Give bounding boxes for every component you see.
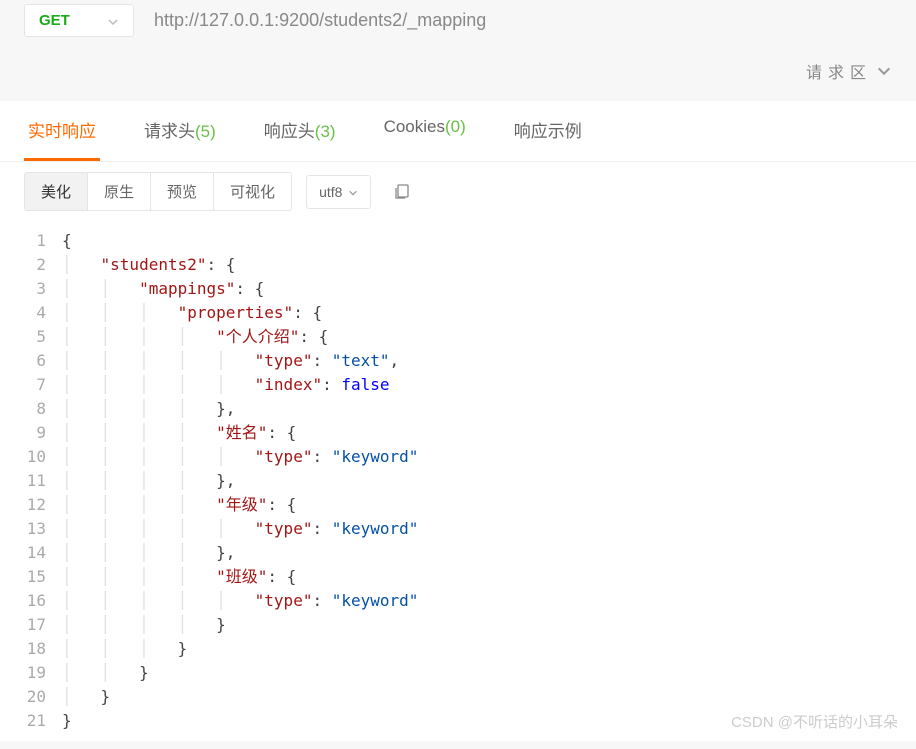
chevron-down-icon — [348, 184, 358, 200]
beautify-button[interactable]: 美化 — [25, 173, 88, 210]
visualize-button[interactable]: 可视化 — [214, 173, 291, 210]
code-line: 19│ │ } — [8, 661, 916, 685]
code-line: 4│ │ │ "properties": { — [8, 301, 916, 325]
response-toolbar: 美化 原生 预览 可视化 utf8 — [0, 162, 916, 221]
request-bar: GET — [0, 0, 916, 41]
request-zone-toggle[interactable]: 请求区 — [0, 41, 916, 101]
http-method-label: GET — [39, 12, 70, 29]
code-line: 6│ │ │ │ │ "type": "text", — [8, 349, 916, 373]
preview-button[interactable]: 预览 — [151, 173, 214, 210]
code-line: 17│ │ │ │ } — [8, 613, 916, 637]
raw-button[interactable]: 原生 — [88, 173, 151, 210]
encoding-select[interactable]: utf8 — [306, 175, 371, 209]
code-line: 18│ │ │ } — [8, 637, 916, 661]
http-method-select[interactable]: GET — [24, 4, 134, 37]
request-zone-label: 请求区 — [806, 59, 872, 83]
code-line: 21} — [8, 709, 916, 733]
view-mode-group: 美化 原生 预览 可视化 — [24, 172, 292, 211]
copy-icon — [393, 181, 411, 201]
code-line: 20│ } — [8, 685, 916, 709]
copy-button[interactable] — [385, 175, 419, 208]
code-line: 3│ │ "mappings": { — [8, 277, 916, 301]
code-line: 9│ │ │ │ "姓名": { — [8, 421, 916, 445]
code-line: 2│ "students2": { — [8, 253, 916, 277]
code-line: 5│ │ │ │ "个人介绍": { — [8, 325, 916, 349]
chevron-down-icon — [876, 62, 892, 80]
code-line: 8│ │ │ │ }, — [8, 397, 916, 421]
code-line: 1{ — [8, 229, 916, 253]
tab-request-headers[interactable]: 请求头(5) — [140, 101, 220, 161]
code-line: 16│ │ │ │ │ "type": "keyword" — [8, 589, 916, 613]
code-line: 13│ │ │ │ │ "type": "keyword" — [8, 517, 916, 541]
tab-realtime-response[interactable]: 实时响应 — [24, 101, 100, 161]
code-line: 14│ │ │ │ }, — [8, 541, 916, 565]
code-line: 10│ │ │ │ │ "type": "keyword" — [8, 445, 916, 469]
url-input[interactable] — [144, 0, 916, 41]
code-line: 15│ │ │ │ "班级": { — [8, 565, 916, 589]
chevron-down-icon — [107, 13, 119, 29]
code-line: 12│ │ │ │ "年级": { — [8, 493, 916, 517]
response-tabs: 实时响应 请求头(5) 响应头(3) Cookies(0) 响应示例 — [0, 101, 916, 162]
response-body[interactable]: 1{ 2│ "students2": { 3│ │ "mappings": { … — [0, 221, 916, 741]
code-line: 11│ │ │ │ }, — [8, 469, 916, 493]
tab-response-example[interactable]: 响应示例 — [510, 101, 586, 161]
code-line: 7│ │ │ │ │ "index": false — [8, 373, 916, 397]
encoding-label: utf8 — [319, 184, 342, 200]
tab-cookies[interactable]: Cookies(0) — [380, 101, 470, 161]
tab-response-headers[interactable]: 响应头(3) — [260, 101, 340, 161]
